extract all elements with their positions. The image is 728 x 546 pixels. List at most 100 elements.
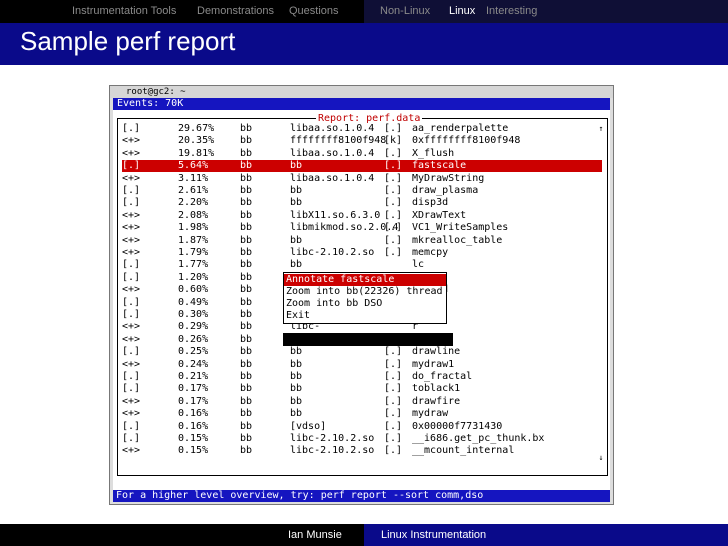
report-row[interactable]: <+> 0.15% bb libc-2.10.2.so [.] __mcount_inte… [122,445,602,457]
row-pct: 0.17% [178,395,209,407]
row-dso: bb [290,259,303,271]
report-row[interactable]: <+> 3.11% bb libaa.so.1.0.4 [.] MyDrawString [122,173,602,185]
row-pct: 2.20% [178,197,209,209]
scroll-up-arrow-icon[interactable]: ↑ [597,124,605,134]
row-k: [.] [384,222,403,234]
row-k: [.] [384,160,403,172]
menu-item-annotate[interactable]: Annotate fastscale [284,274,446,286]
section-nav: Instrumentation Tools Demonstrations Que… [0,0,728,23]
row-t: [.] [122,185,141,196]
footer-talk-title: Linux Instrumentation [381,529,487,541]
row-k: [.] [384,209,403,221]
row-comm: bb [240,433,253,444]
nav-item-demonstrations[interactable]: Demonstrations [197,5,274,17]
row-sym: drawline [412,346,461,358]
row-t: [.] [122,346,141,358]
row-k: [.] [384,185,403,196]
menu-item-label: Zoom into bb(22326) thread [286,286,443,297]
row-t: [.] [122,197,141,209]
nav-item-questions[interactable]: Questions [289,5,339,17]
report-row[interactable]: [.] 2.61% bb bb [.] draw_plasma [122,185,602,197]
row-k: [k] [384,135,403,147]
row-t: <+> [122,445,141,457]
row-pct: 0.26% [178,333,209,345]
row-t: [.] [122,123,141,134]
status-bar: For a higher level overview, try: perf r… [113,490,610,502]
report-row[interactable]: <+> 0.24% bb bb [.] mydraw1 [122,359,602,371]
row-k: [.] [384,408,403,420]
row-k: [.] [384,433,403,444]
menu-item-zoom-dso[interactable]: Zoom into bb DSO [284,298,446,310]
nav-item-interesting[interactable]: Interesting [486,5,537,17]
row-pct: 20.35% [178,135,215,147]
row-t: [.] [122,296,141,308]
row-comm: bb [240,123,253,134]
row-t: <+> [122,135,141,147]
events-count: Events: 70K [117,98,184,109]
row-sym: 0x00000f7731430 [412,420,503,432]
report-row[interactable]: [.] 0.16% bb [vdso] [.] 0x00000f7731430 [122,421,602,433]
report-row[interactable]: <+> 1.79% bb libc-2.10.2.so [.] memcpy [122,247,602,259]
report-row[interactable]: [.] 0.21% bb bb [.] do_fractal [122,371,602,383]
row-t: [.] [122,160,141,172]
footer-author: Ian Munsie [288,529,342,541]
row-sym: mkrealloc_table [412,234,503,246]
report-row[interactable]: <+> 0.16% bb bb [.] mydraw [122,408,602,420]
row-sym: toblack1 [412,383,461,395]
row-comm: bb [240,222,253,234]
row-comm: bb [240,197,253,209]
report-row[interactable]: <+> 19.81% bb libaa.so.1.0.4 [.] X_flush [122,148,602,160]
row-t: <+> [122,333,141,345]
row-comm: bb [240,321,253,333]
row-t: <+> [122,408,141,420]
row-comm: bb [240,271,253,283]
row-t: <+> [122,209,141,221]
report-row[interactable]: <+> 2.08% bb libX11.so.6.3.0 [.] XDrawText [122,210,602,222]
row-comm: bb [240,395,253,407]
row-comm: bb [240,259,253,271]
row-pct: 29.67% [178,123,215,134]
nav-item-instrumentation-tools[interactable]: Instrumentation Tools [72,5,176,17]
row-sym: disp3d [412,197,449,209]
row-k: [.] [384,147,403,159]
row-comm: bb [240,135,253,147]
menu-item-zoom-thread[interactable]: Zoom into bb(22326) thread [284,286,446,298]
row-t: [.] [122,420,141,432]
report-row[interactable]: <+> 0.17% bb bb [.] drawfire [122,396,602,408]
slide-footer: Ian Munsie Linux Instrumentation [0,524,728,546]
row-k: [.] [384,234,403,246]
report-row[interactable]: [.] 0.17% bb bb [.] toblack1 [122,383,602,395]
row-t: <+> [122,172,141,184]
row-pct: 1.79% [178,247,209,258]
row-t: <+> [122,358,141,370]
report-row[interactable]: [.] 2.20% bb bb [.] disp3d [122,197,602,209]
row-pct: 0.29% [178,321,209,333]
nav-item-linux[interactable]: Linux [449,5,475,17]
row-sym: VC1_WriteSamples [412,222,509,234]
row-comm: bb [240,445,253,457]
report-row[interactable]: [.] 29.67% bb libaa.so.1.0.4 [.] aa_renderpal… [122,123,602,135]
scrollbar[interactable]: ↑ ↓ [597,119,605,463]
row-pct: 0.15% [178,433,209,444]
row-t: <+> [122,284,141,296]
report-row[interactable]: [.] 5.64% bb bb [.] fastscale [122,160,602,173]
report-row[interactable]: <+> 1.98% bb libmikmod.so.2.0.4 [.] VC1_Write… [122,222,602,234]
row-sym: drawfire [412,395,461,407]
row-comm: bb [240,408,253,420]
row-pct: 0.49% [178,296,209,308]
menu-item-exit[interactable]: Exit [284,310,446,322]
context-menu: Annotate fastscale Zoom into bb(22326) t… [283,272,447,324]
row-comm: bb [240,247,253,258]
nav-item-non-linux[interactable]: Non-Linux [380,5,430,17]
report-row[interactable]: <+> 20.35% bb ffffffff8100f948 [k] 0xffffffff… [122,135,602,147]
row-sym: mydraw1 [412,358,455,370]
report-row[interactable]: [.] 1.77% bb bb lc [122,259,602,271]
report-row[interactable]: [.] 0.15% bb libc-2.10.2.so [.] __i686.get_pc… [122,433,602,445]
report-row[interactable]: [.] 0.25% bb bb [.] drawline [122,346,602,358]
report-row[interactable]: <+> 1.87% bb bb [.] mkrealloc_table [122,235,602,247]
menu-item-label: Annotate fastscale [286,274,395,285]
scroll-down-arrow-icon[interactable]: ↓ [597,453,605,463]
row-t: [.] [122,259,141,271]
row-comm: bb [240,160,253,172]
row-t: [.] [122,433,141,444]
